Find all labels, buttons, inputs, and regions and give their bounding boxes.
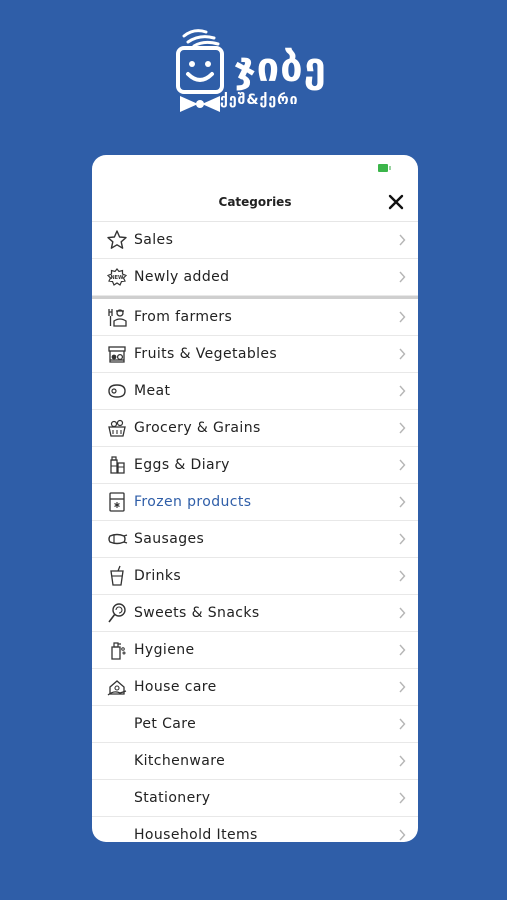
grocery-basket-icon bbox=[108, 419, 126, 437]
category-label: Pet Care bbox=[134, 716, 197, 732]
chevron-right-icon bbox=[399, 311, 406, 323]
category-item-household-items[interactable]: Household Items bbox=[92, 817, 418, 842]
svg-text:NEW: NEW bbox=[110, 275, 124, 281]
chevron-right-icon bbox=[399, 755, 406, 767]
category-item-newly-added[interactable]: NEW Newly added bbox=[92, 259, 418, 296]
farmer-icon bbox=[108, 309, 127, 327]
meat-icon bbox=[108, 384, 126, 398]
categories-panel: Categories Sales NEW Newly added From farm… bbox=[92, 155, 418, 842]
category-label: Eggs & Diary bbox=[134, 457, 230, 473]
battery-icon bbox=[378, 164, 391, 172]
category-item-from-farmers[interactable]: From farmers bbox=[92, 299, 418, 336]
category-label: Sausages bbox=[134, 531, 205, 547]
category-item-hygiene[interactable]: Hygiene bbox=[92, 632, 418, 669]
category-item-sweets-and-snacks[interactable]: Sweets & Snacks bbox=[92, 595, 418, 632]
brand-tagline: ქეშ&ქერი bbox=[220, 92, 299, 108]
chevron-right-icon bbox=[399, 234, 406, 246]
category-label: Newly added bbox=[134, 269, 230, 285]
category-item-stationery[interactable]: Stationery bbox=[92, 780, 418, 817]
category-label: Kitchenware bbox=[134, 753, 226, 769]
category-item-sausages[interactable]: Sausages bbox=[92, 521, 418, 558]
category-label: Frozen products bbox=[134, 494, 252, 510]
page-title: Categories bbox=[218, 195, 292, 209]
category-label: Meat bbox=[134, 383, 171, 399]
featured-categories-list: Sales NEW Newly added bbox=[92, 222, 418, 296]
brand-logo: ჯიბე ქეშ&ქერი bbox=[172, 26, 338, 112]
category-label: Household Items bbox=[134, 827, 258, 842]
category-item-house-care[interactable]: House care bbox=[92, 669, 418, 706]
chevron-right-icon bbox=[399, 496, 406, 508]
category-item-meat[interactable]: Meat bbox=[92, 373, 418, 410]
drink-cup-icon bbox=[110, 565, 124, 586]
chevron-right-icon bbox=[399, 459, 406, 471]
category-label: Drinks bbox=[134, 568, 182, 584]
chevron-right-icon bbox=[399, 718, 406, 730]
sausage-icon bbox=[108, 533, 128, 545]
brand-name: ჯიბე bbox=[234, 45, 327, 91]
category-label: Sweets & Snacks bbox=[134, 605, 260, 621]
chevron-right-icon bbox=[399, 829, 406, 841]
chevron-right-icon bbox=[399, 792, 406, 804]
category-item-eggs-and-diary[interactable]: Eggs & Diary bbox=[92, 447, 418, 484]
categories-list: From farmers Fruits & Vegetables Meat Groce… bbox=[92, 299, 418, 842]
close-icon[interactable] bbox=[388, 194, 404, 210]
freezer-icon bbox=[109, 492, 125, 512]
category-item-kitchenware[interactable]: Kitchenware bbox=[92, 743, 418, 780]
status-bar bbox=[92, 155, 418, 183]
soap-bottle-icon bbox=[111, 642, 126, 660]
chevron-right-icon bbox=[399, 681, 406, 693]
category-item-grocery-and-grains[interactable]: Grocery & Grains bbox=[92, 410, 418, 447]
category-label: Fruits & Vegetables bbox=[134, 346, 278, 362]
category-item-drinks[interactable]: Drinks bbox=[92, 558, 418, 595]
milk-bottle-icon bbox=[110, 456, 125, 474]
chevron-right-icon bbox=[399, 348, 406, 360]
chevron-right-icon bbox=[399, 533, 406, 545]
category-item-fruits-and-vegetables[interactable]: Fruits & Vegetables bbox=[92, 336, 418, 373]
chevron-right-icon bbox=[399, 607, 406, 619]
panel-header: Categories bbox=[92, 183, 418, 222]
house-care-icon bbox=[107, 680, 127, 696]
category-item-sales[interactable]: Sales bbox=[92, 222, 418, 259]
lollipop-icon bbox=[108, 603, 126, 623]
chevron-right-icon bbox=[399, 271, 406, 283]
category-label: From farmers bbox=[134, 309, 233, 325]
category-label: Grocery & Grains bbox=[134, 420, 261, 436]
category-label: Sales bbox=[134, 232, 174, 248]
category-item-pet-care[interactable]: Pet Care bbox=[92, 706, 418, 743]
star-icon bbox=[107, 230, 127, 249]
category-label: House care bbox=[134, 679, 217, 695]
chevron-right-icon bbox=[399, 570, 406, 582]
new-badge-icon: NEW bbox=[106, 268, 128, 286]
category-item-frozen-products[interactable]: Frozen products bbox=[92, 484, 418, 521]
chevron-right-icon bbox=[399, 422, 406, 434]
chevron-right-icon bbox=[399, 385, 406, 397]
produce-stand-icon bbox=[108, 346, 126, 363]
chevron-right-icon bbox=[399, 644, 406, 656]
category-label: Stationery bbox=[134, 790, 211, 806]
category-label: Hygiene bbox=[134, 642, 195, 658]
